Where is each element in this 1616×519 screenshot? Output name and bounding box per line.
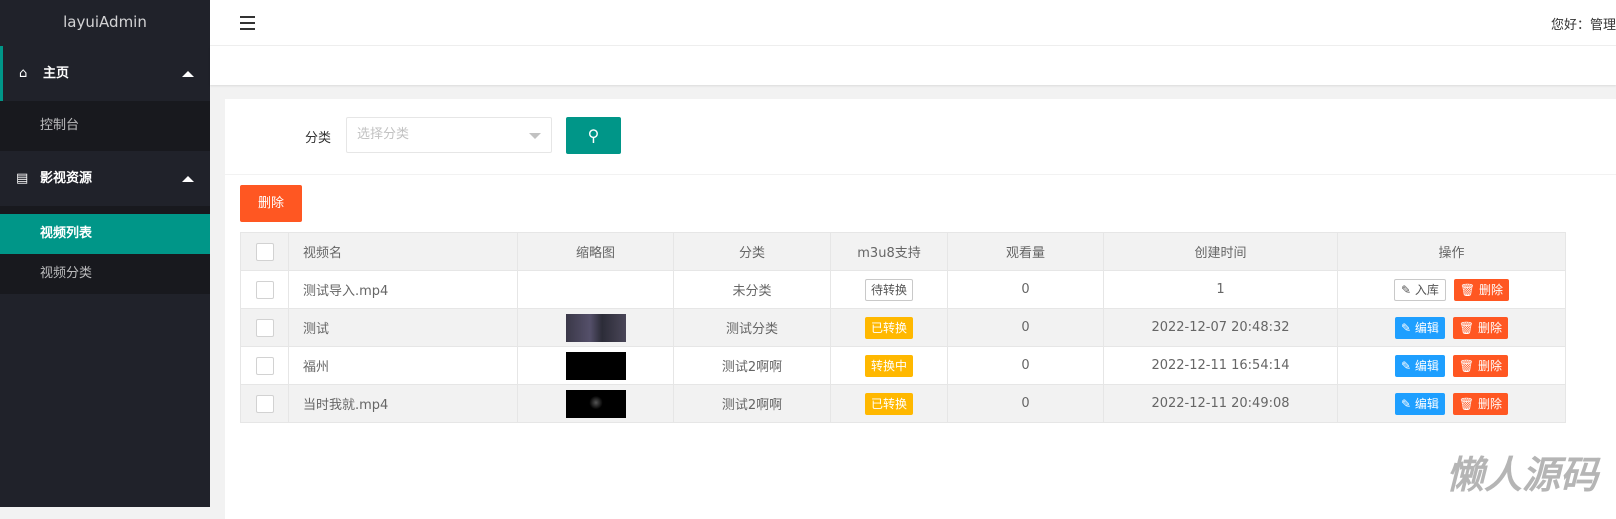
home-icon: ⌂: [19, 66, 28, 81]
category-label: 分类: [305, 131, 332, 146]
category: 测试2啊啊: [673, 346, 831, 385]
video-name: 测试: [288, 308, 518, 347]
menu-fold-icon[interactable]: [240, 16, 255, 34]
nav-home[interactable]: ⌂ 主页: [0, 46, 210, 101]
created-time: 1: [1103, 270, 1338, 309]
thumbnail[interactable]: [565, 389, 626, 418]
col-header[interactable]: 创建时间: [1103, 232, 1338, 271]
sidebar: layuiAdmin ⌂ 主页 控制台 ▤ 影视资源 视频列表 视频分类: [0, 0, 210, 507]
top-header: 您好：管理: [210, 0, 1616, 46]
nav-item-console[interactable]: 控制台: [0, 101, 210, 151]
video-name: 福州: [288, 346, 518, 385]
pencil-icon: ✎: [1401, 396, 1415, 411]
pencil-icon: ✎: [1401, 320, 1415, 335]
batch-delete-button[interactable]: 删除: [240, 185, 302, 222]
m3u8-status-badge: 待转换: [864, 278, 913, 301]
category-select[interactable]: 选择分类: [346, 117, 552, 153]
divider: [225, 174, 1616, 175]
category: 未分类: [673, 270, 831, 309]
col-header[interactable]: 分类: [673, 232, 831, 271]
col-header[interactable]: 缩略图: [517, 232, 674, 271]
views: 0: [947, 308, 1104, 347]
table-header: 视频名 缩略图 分类 m3u8支持 观看量 创建时间 操作: [240, 232, 1566, 271]
pencil-icon: ✎: [1401, 282, 1415, 297]
caret-up-icon: [182, 176, 194, 182]
caret-up-icon: [182, 71, 194, 77]
nav-item-video-category[interactable]: 视频分类: [0, 254, 210, 294]
table-row: 福州 测试2啊啊 转换中 0 2022-12-11 16:54:14 ✎ 编辑 🗑…: [240, 346, 1566, 385]
video-name: 当时我就.mp4: [288, 384, 518, 423]
category: 测试2啊啊: [673, 384, 831, 423]
edit-button[interactable]: ✎ 编辑: [1395, 392, 1445, 415]
table-row: 当时我就.mp4 测试2啊啊 已转换 0 2022-12-11 20:49:08…: [240, 384, 1566, 423]
greeting[interactable]: 您好：管理: [1551, 14, 1616, 33]
row-checkbox[interactable]: [255, 318, 274, 337]
search-icon: ⚲: [587, 126, 600, 145]
search-button[interactable]: ⚲: [566, 117, 621, 154]
table-row: 测试导入.mp4 未分类 待转换 0 1 ✎ 入库 🗑 删除: [240, 270, 1566, 309]
delete-button[interactable]: 🗑 删除: [1453, 278, 1509, 301]
views: 0: [947, 384, 1104, 423]
video-name: 测试导入.mp4: [288, 270, 518, 309]
nav-label: 影视资源: [40, 171, 93, 186]
thumbnail[interactable]: [565, 313, 626, 342]
m3u8-status-badge: 已转换: [864, 316, 913, 339]
table-row: 测试 测试分类 已转换 0 2022-12-07 20:48:32 ✎ 编辑 🗑 …: [240, 308, 1566, 347]
select-placeholder: 选择分类: [357, 127, 410, 142]
nav-media[interactable]: ▤ 影视资源: [0, 151, 210, 206]
tab-bar: [210, 46, 1616, 85]
trash-icon: 🗑: [1459, 282, 1479, 297]
col-header[interactable]: 观看量: [947, 232, 1104, 271]
clipboard-icon: ▤: [16, 171, 29, 186]
col-header[interactable]: 视频名: [288, 232, 518, 271]
delete-button[interactable]: 🗑 删除: [1452, 392, 1508, 415]
edit-button[interactable]: ✎ 编辑: [1395, 316, 1445, 339]
watermark: 懒人源码: [1445, 453, 1598, 497]
created-time: 2022-12-07 20:48:32: [1103, 308, 1338, 347]
row-checkbox[interactable]: [255, 356, 274, 375]
thumbnail[interactable]: [565, 351, 626, 380]
m3u8-status-badge: 转换中: [864, 354, 913, 377]
col-header[interactable]: m3u8支持: [830, 232, 948, 271]
select-all-checkbox[interactable]: [255, 242, 274, 261]
logo[interactable]: layuiAdmin: [0, 0, 210, 46]
m3u8-status-badge: 已转换: [864, 392, 913, 415]
category: 测试分类: [673, 308, 831, 347]
views: 0: [947, 346, 1104, 385]
trash-icon: 🗑: [1458, 358, 1478, 373]
spacer: [0, 206, 210, 214]
row-checkbox[interactable]: [255, 394, 274, 413]
caret-down-icon: [529, 133, 541, 139]
nav-label: 主页: [43, 66, 70, 81]
created-time: 2022-12-11 16:54:14: [1103, 346, 1338, 385]
col-header[interactable]: 操作: [1337, 232, 1566, 271]
trash-icon: 🗑: [1458, 320, 1478, 335]
pencil-icon: ✎: [1401, 358, 1415, 373]
video-table: 视频名 缩略图 分类 m3u8支持 观看量 创建时间 操作 测试导入.mp4 未…: [240, 232, 1566, 423]
created-time: 2022-12-11 20:49:08: [1103, 384, 1338, 423]
edit-button[interactable]: ✎ 编辑: [1395, 354, 1445, 377]
nav-item-video-list[interactable]: 视频列表: [0, 214, 210, 254]
trash-icon: 🗑: [1458, 396, 1478, 411]
delete-button[interactable]: 🗑 删除: [1452, 316, 1508, 339]
delete-button[interactable]: 🗑 删除: [1452, 354, 1508, 377]
row-checkbox[interactable]: [255, 280, 274, 299]
content-card: 分类 选择分类 ⚲ 删除 视频名 缩略图 分类 m3u8支持 观看量 创建时间 …: [225, 99, 1616, 519]
views: 0: [947, 270, 1104, 309]
import-button[interactable]: ✎ 入库: [1394, 278, 1446, 301]
